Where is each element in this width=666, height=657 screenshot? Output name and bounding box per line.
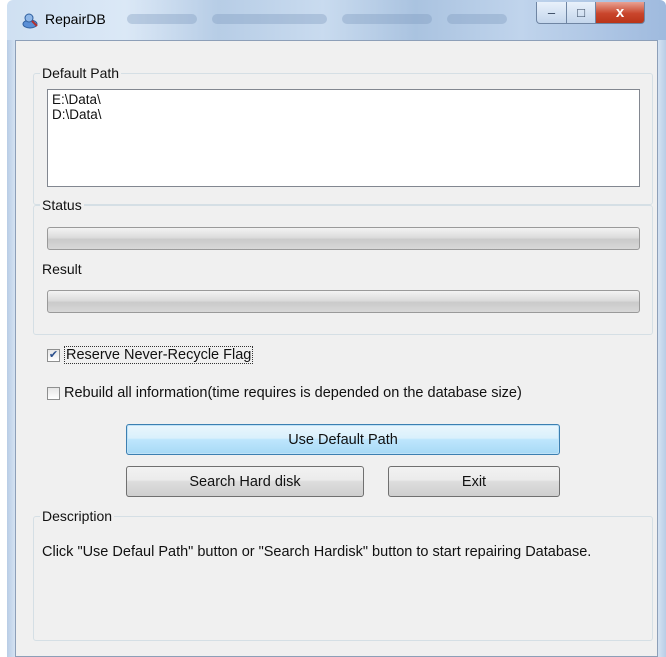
repairdb-window: RepairDB – □ x Default Path E:\Data\ D:\… — [7, 0, 666, 657]
status-result-group — [33, 205, 653, 335]
window-title: RepairDB — [45, 11, 106, 27]
status-progress-bar — [47, 227, 640, 250]
description-text: Click "Use Defaul Path" button or "Searc… — [42, 544, 592, 560]
dialog-client-area: Default Path E:\Data\ D:\Data\ Status Re… — [15, 40, 658, 657]
minimize-button[interactable]: – — [536, 2, 567, 24]
use-default-path-button[interactable]: Use Default Path — [126, 424, 560, 455]
result-progress-bar — [47, 290, 640, 313]
checkmark-icon: ✔ — [48, 348, 59, 361]
minimize-icon: – — [547, 5, 556, 20]
status-label: Status — [40, 197, 84, 213]
rebuild-all-checkbox-row[interactable]: Rebuild all information(time requires is… — [47, 385, 522, 401]
rebuild-all-label[interactable]: Rebuild all information(time requires is… — [64, 385, 522, 401]
maximize-button[interactable]: □ — [566, 2, 596, 24]
list-item[interactable]: E:\Data\ — [52, 92, 635, 107]
reserve-flag-checkbox[interactable]: ✔ — [47, 348, 60, 362]
background-blur — [342, 14, 432, 24]
reserve-flag-label[interactable]: Reserve Never-Recycle Flag — [64, 346, 254, 364]
repair-db-app-icon — [22, 13, 38, 29]
window-frame-right — [658, 40, 666, 657]
reserve-flag-checkbox-row[interactable]: ✔ Reserve Never-Recycle Flag — [47, 346, 254, 364]
default-path-list[interactable]: E:\Data\ D:\Data\ — [47, 89, 640, 187]
background-blur — [447, 14, 507, 24]
close-button[interactable]: x — [595, 2, 645, 24]
default-path-label: Default Path — [40, 65, 122, 81]
description-group — [33, 516, 653, 641]
maximize-icon: □ — [577, 5, 585, 20]
result-label: Result — [40, 261, 84, 277]
window-frame-left — [7, 40, 15, 657]
description-label: Description — [40, 508, 115, 524]
background-blur — [212, 14, 327, 24]
background-blur — [127, 14, 197, 24]
list-item[interactable]: D:\Data\ — [52, 107, 635, 122]
title-bar[interactable]: RepairDB – □ x — [7, 0, 666, 40]
exit-button[interactable]: Exit — [388, 466, 560, 497]
close-icon: x — [615, 4, 625, 21]
search-hard-disk-button[interactable]: Search Hard disk — [126, 466, 364, 497]
rebuild-all-checkbox[interactable] — [47, 386, 60, 400]
